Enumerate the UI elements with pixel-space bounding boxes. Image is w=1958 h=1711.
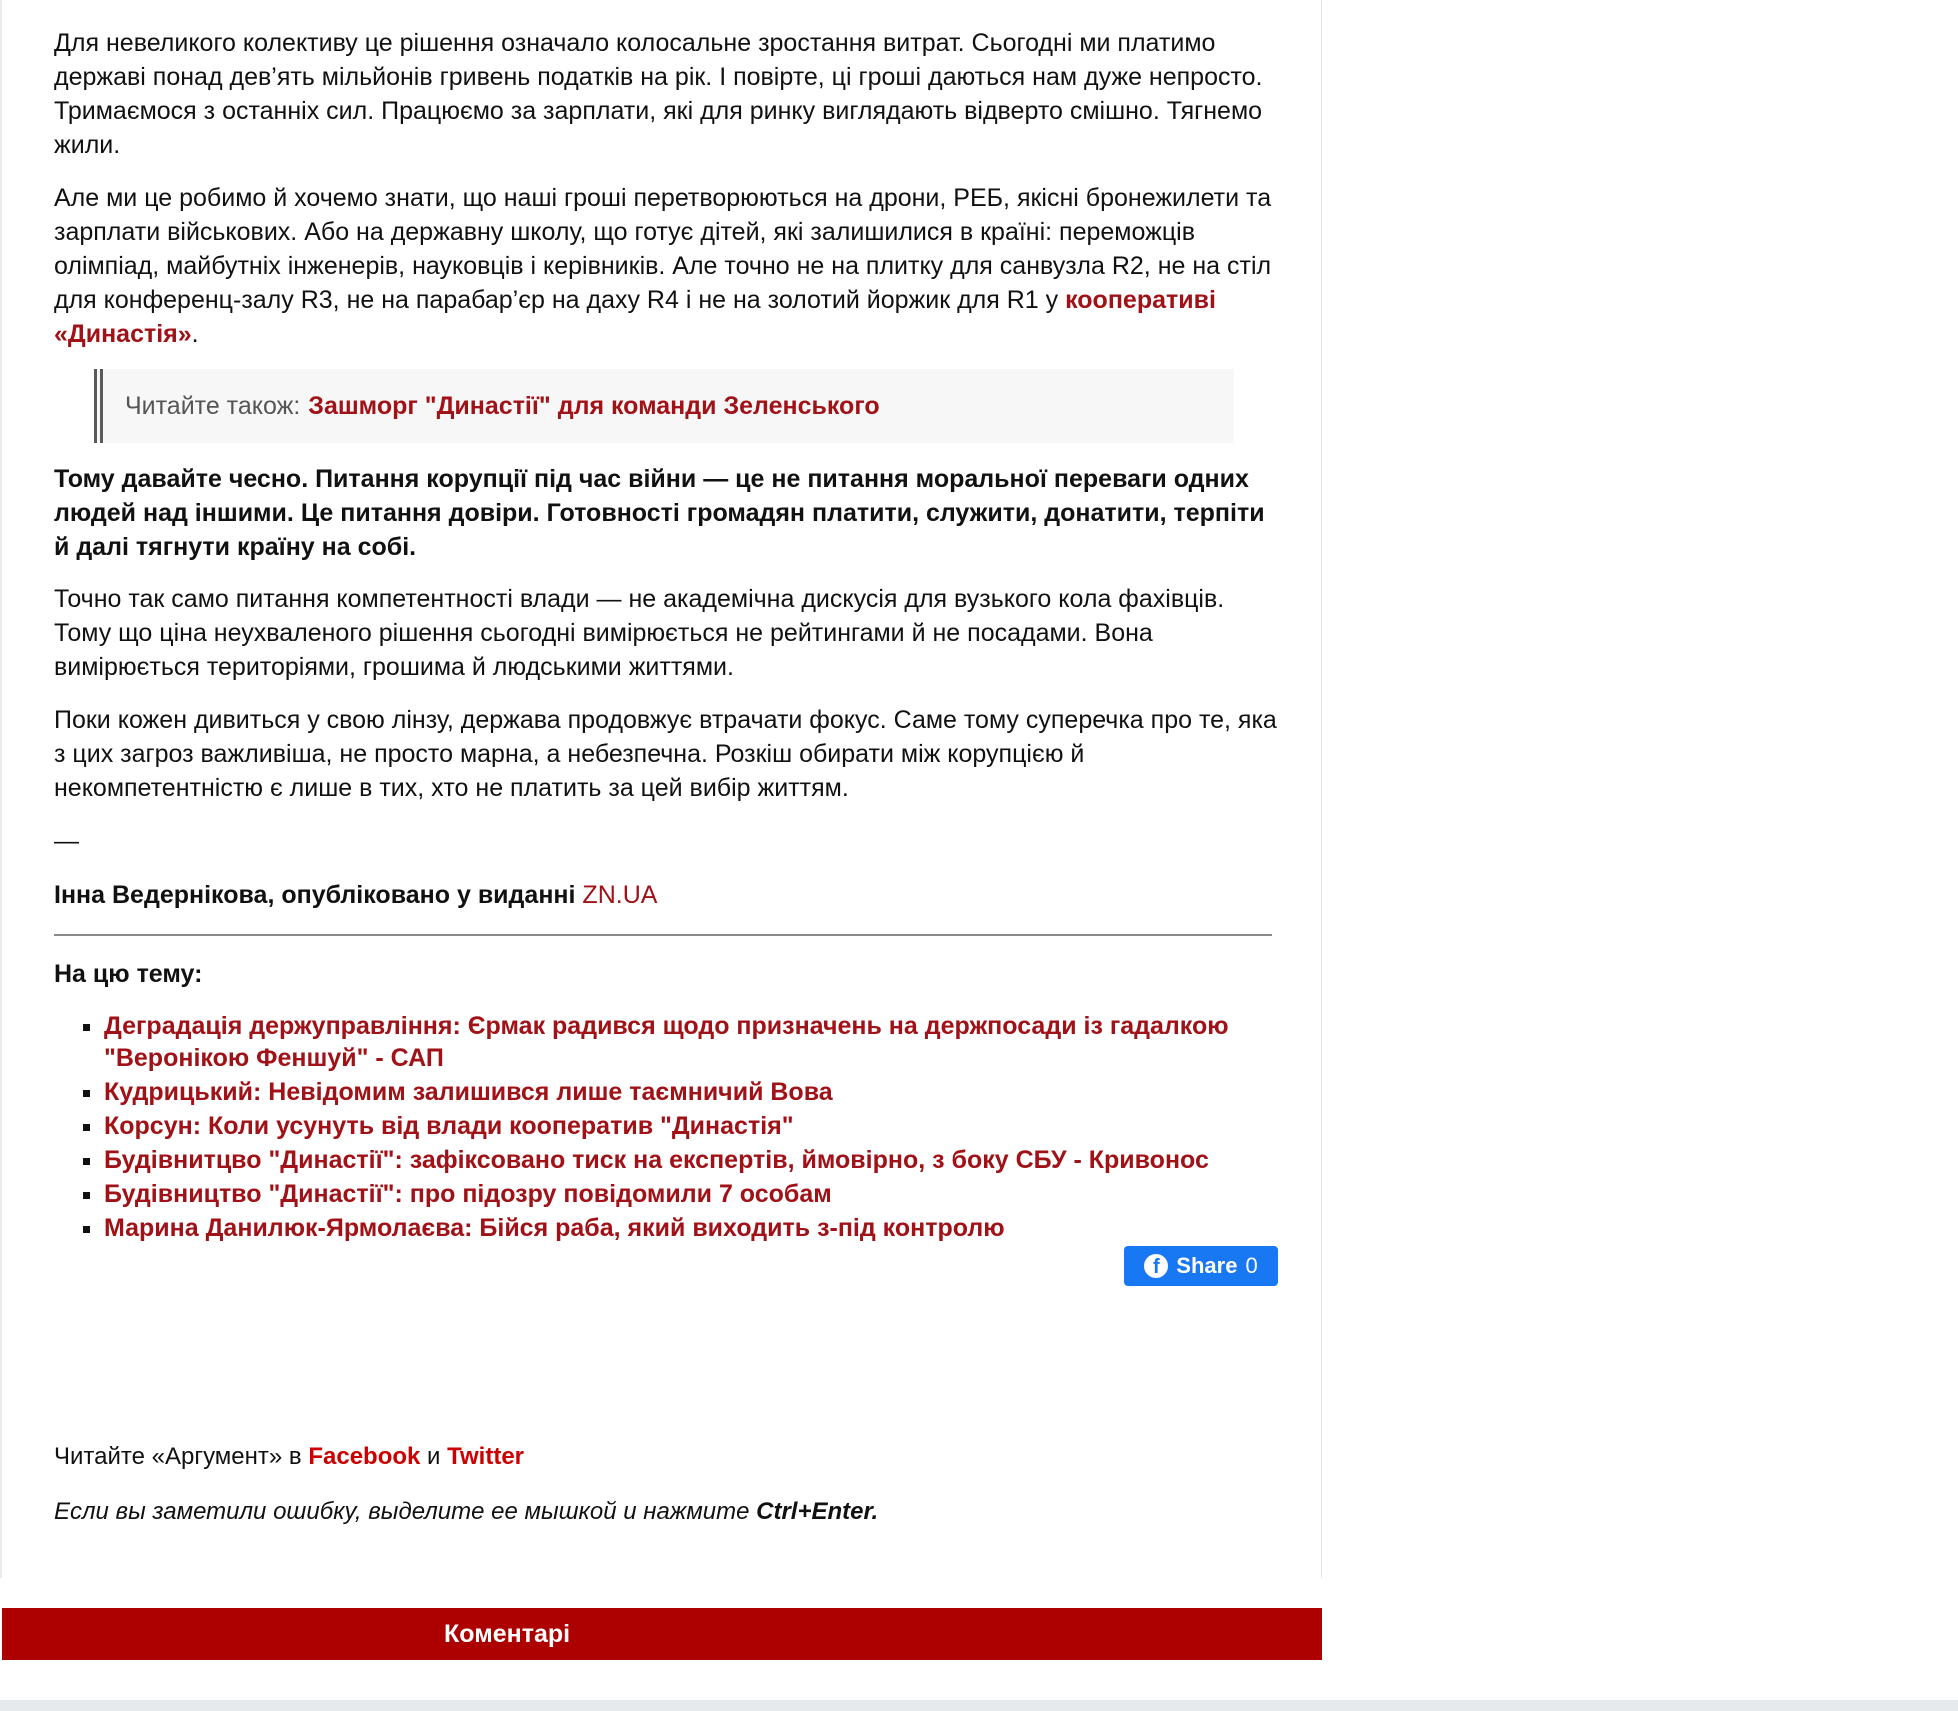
paragraph: Але ми це робимо й хочемо знати, що наші… [54, 181, 1284, 351]
source-link[interactable]: ZN.UA [582, 881, 657, 909]
article-column: Для невеликого колективу це рішення озна… [0, 0, 1322, 1578]
list-item: Будівнитцво "Династії": зафіксовано тиск… [104, 1144, 1324, 1176]
related-link[interactable]: Корсун: Коли усунуть від влади кооперати… [104, 1112, 794, 1140]
related-link[interactable]: Кудрицький: Невідомим залишився лише тає… [104, 1078, 833, 1106]
read-also-link[interactable]: Зашморг "Династії" для команди Зеленсько… [308, 389, 879, 423]
paragraph: Для невеликого колективу це рішення озна… [54, 29, 1263, 159]
related-list: Деградація держуправління: Єрмак радився… [54, 1010, 1324, 1246]
twitter-link[interactable]: Twitter [447, 1443, 524, 1470]
author-text: Інна Ведернікова, опубліковано у виданні [54, 881, 583, 909]
paragraph: Поки кожен дивиться у свою лінзу, держав… [54, 706, 1277, 802]
list-item: Будівництво "Династії": про підозру пові… [104, 1178, 1324, 1210]
paragraph-end: . [191, 320, 199, 348]
bold-paragraph: Тому давайте чесно. Питання корупції під… [54, 465, 1265, 561]
facebook-icon: f [1144, 1254, 1169, 1278]
related-link[interactable]: Будівництво "Династії": про підозру пові… [104, 1180, 832, 1208]
read-also-block: Читайте також: Зашморг "Династії" для ко… [94, 369, 1234, 443]
related-title: На цю тему: [54, 960, 203, 988]
read-also-label: Читайте також: [125, 392, 301, 420]
related-link[interactable]: Деградація держуправління: Єрмак радився… [104, 1012, 1229, 1072]
paragraph: Точно так само питання компетентності вл… [54, 585, 1225, 681]
error-hint: Если вы заметили ошибку, выделите ее мыш… [54, 1495, 1284, 1529]
error-hint-keys: Ctrl+Enter. [756, 1498, 879, 1525]
error-hint-text: Если вы заметили ошибку, выделите ее мыш… [54, 1498, 757, 1525]
facebook-share-button[interactable]: f Share 0 [1124, 1246, 1278, 1286]
follow-and: и [420, 1443, 448, 1470]
follow-prefix: Читайте «Аргумент» в [54, 1443, 309, 1470]
author-credit: Інна Ведернікова, опубліковано у виданні… [54, 878, 1284, 912]
follow-line: Читайте «Аргумент» в Facebook и Twitter [54, 1440, 1284, 1474]
comments-bar[interactable]: Коментарі [2, 1608, 1322, 1660]
share-count: 0 [1245, 1253, 1258, 1278]
share-label: Share [1176, 1253, 1238, 1278]
list-item: Кудрицький: Невідомим залишився лише тає… [104, 1076, 1324, 1108]
list-item: Корсун: Коли усунуть від влади кооперати… [104, 1110, 1324, 1142]
facebook-link[interactable]: Facebook [308, 1443, 420, 1470]
comments-label: Коментарі [444, 1619, 571, 1648]
separator-dash: — [54, 827, 79, 855]
related-link[interactable]: Марина Данилюк-Ярмолаєва: Бійся раба, як… [104, 1214, 1005, 1242]
divider [54, 934, 1272, 936]
list-item: Марина Данилюк-Ярмолаєва: Бійся раба, як… [104, 1212, 1324, 1244]
list-item: Деградація держуправління: Єрмак радився… [104, 1010, 1324, 1074]
related-link[interactable]: Будівнитцво "Династії": зафіксовано тиск… [104, 1146, 1209, 1174]
page-footer-strip [0, 1700, 1958, 1711]
